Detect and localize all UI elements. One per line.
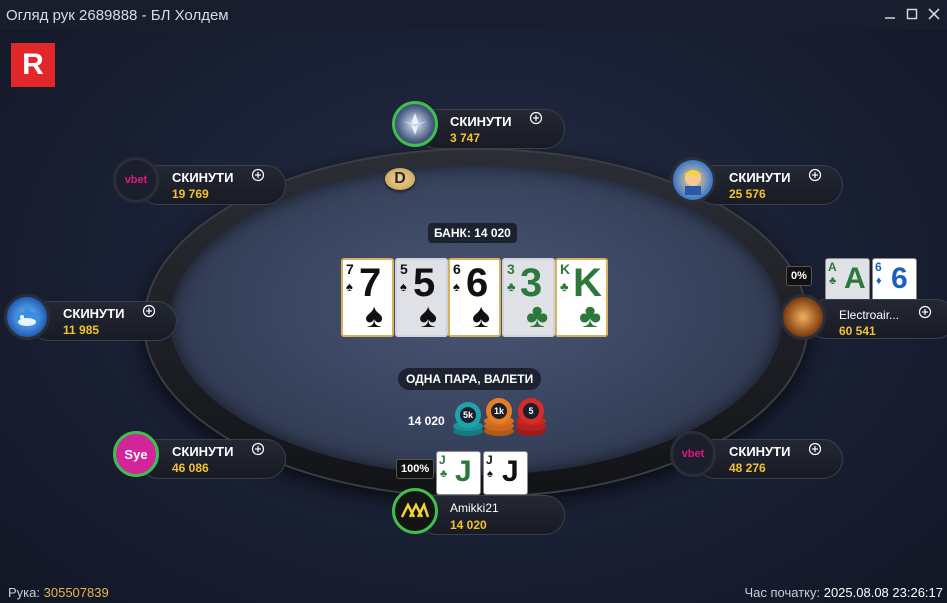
start-time-info: Час початку: 2025.08.08 23:26:17	[744, 585, 943, 600]
chip-stack-5: 5	[516, 398, 546, 436]
window-titlebar: Огляд рук 2689888 - БЛ Холдем	[0, 0, 947, 30]
close-icon[interactable]	[925, 4, 943, 24]
player-card-2: 6 ♦ 6	[872, 258, 917, 302]
board-card-1: 7 ♠ 7 ♠	[341, 258, 394, 337]
player-info-icon[interactable]	[142, 304, 156, 320]
board-card-2: 5 ♠ 5 ♠	[395, 258, 448, 337]
chip-stack-5k: 5k	[453, 402, 483, 438]
seat-stack: 19 769	[172, 187, 209, 201]
seat-action: СКИНУТИ	[63, 306, 125, 321]
equity-badge: 100%	[396, 459, 435, 479]
pot-amount: 14 020	[408, 414, 445, 428]
chip-stack-1k: 1k	[484, 398, 514, 436]
avatar-angel	[392, 101, 438, 147]
equity-badge: 0%	[786, 266, 812, 286]
seat-action: СКИНУТИ	[172, 170, 234, 185]
minimize-icon[interactable]	[881, 4, 899, 24]
room-logo: R	[11, 43, 55, 87]
avatar-vbet: vbet	[113, 157, 159, 203]
player-info-icon[interactable]	[808, 168, 822, 184]
avatar-fire	[780, 294, 826, 340]
seat-stack: 60 541	[839, 324, 876, 338]
avatar-sye: Sye	[113, 431, 159, 477]
player-info-icon[interactable]	[808, 442, 822, 458]
seat-stack: 11 985	[63, 323, 100, 337]
avatar-navi	[392, 488, 438, 534]
maximize-icon[interactable]	[903, 4, 921, 24]
player-card-1: A ♣ A	[825, 258, 870, 302]
window-controls	[881, 4, 943, 24]
seat-stack: 48 276	[729, 461, 766, 475]
avatar-vbet: vbet	[670, 431, 716, 477]
start-time-label: Час початку:	[744, 585, 821, 600]
hero-card-2: J ♠ J	[483, 451, 528, 495]
avatar-cartoon	[670, 157, 716, 203]
hand-id-label: Рука:	[8, 585, 40, 600]
seat-action: СКИНУТИ	[729, 170, 791, 185]
seat-stack: 25 576	[729, 187, 766, 201]
player-info-icon[interactable]	[251, 442, 265, 458]
seat-stack: 3 747	[450, 131, 481, 145]
hand-id-info: Рука: 305507839	[8, 585, 109, 600]
window-title: Огляд рук 2689888 - БЛ Холдем	[6, 6, 229, 24]
start-time-value: 2025.08.08 23:26:17	[823, 585, 943, 600]
board-card-5: K ♣ K ♣	[555, 258, 608, 337]
player-name: Electroair...	[839, 308, 900, 322]
player-info-icon[interactable]	[529, 111, 543, 127]
chip-label: 5	[523, 403, 539, 419]
seat-action: СКИНУТИ	[172, 444, 234, 459]
chip-label: 5k	[460, 407, 476, 423]
avatar-shark	[4, 294, 50, 340]
board-card-4: 3 ♣ 3 ♣	[502, 258, 555, 337]
hand-result-label: ОДНА ПАРА, ВАЛЕТИ	[398, 368, 542, 390]
seat-stack: 14 020	[450, 518, 487, 532]
board-card-3: 6 ♠ 6 ♠	[448, 258, 501, 337]
player-name: Amikki21	[450, 501, 499, 515]
dealer-button: D	[385, 168, 415, 190]
player-info-icon[interactable]	[918, 305, 932, 321]
chip-label: 1k	[491, 403, 507, 419]
seat-stack: 46 086	[172, 461, 209, 475]
pot-label: БАНК: 14 020	[428, 223, 517, 243]
hero-card-1: J ♣ J	[436, 451, 481, 495]
player-info-icon[interactable]	[251, 168, 265, 184]
seat-action: СКИНУТИ	[450, 114, 512, 129]
hand-id-value: 305507839	[43, 585, 109, 600]
seat-action: СКИНУТИ	[729, 444, 791, 459]
